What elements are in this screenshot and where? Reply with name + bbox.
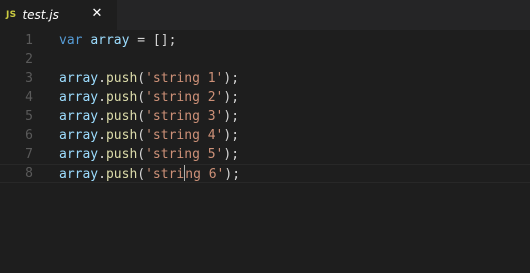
code-token: push <box>105 109 138 124</box>
code-token: . <box>98 128 106 143</box>
code-token: 'string 2' <box>145 90 224 105</box>
code-token: array <box>59 167 99 182</box>
code-token: ( <box>137 167 146 182</box>
code-token: push <box>105 90 138 105</box>
code-token: array <box>59 109 99 124</box>
code-line[interactable]: 1 var array = []; <box>0 31 530 50</box>
line-number: 3 <box>25 71 33 86</box>
code-token: ( <box>137 71 146 86</box>
code-token: 'string 3' <box>145 109 224 124</box>
code-line[interactable]: 4 array.push('string 2'); <box>0 88 530 107</box>
code-token: push <box>105 147 138 162</box>
line-number: 1 <box>25 33 33 48</box>
javascript-file-icon: JS <box>6 10 17 20</box>
code-token: ); <box>223 147 240 162</box>
tab-test-js[interactable]: JS test.js ✕ <box>0 0 117 30</box>
code-token: ( <box>137 128 146 143</box>
code-token: ); <box>223 128 240 143</box>
code-token: ( <box>137 90 146 105</box>
code-token: ); <box>223 71 240 86</box>
line-number: 4 <box>25 90 33 105</box>
line-number: 7 <box>25 147 33 162</box>
code-token: array <box>59 90 99 105</box>
code-line[interactable]: 5 array.push('string 3'); <box>0 107 530 126</box>
code-line[interactable]: 8 array.push('string 6'); <box>0 164 530 183</box>
code-token: push <box>105 71 138 86</box>
editor-window: JS test.js ✕ 1 var array = []; 2 3 array.pus… <box>0 0 530 273</box>
code-text: var array = []; <box>59 31 176 50</box>
code-token: 'string 5' <box>145 147 224 162</box>
line-number: 5 <box>25 109 33 124</box>
code-token: 'string 1' <box>145 71 224 86</box>
code-token: push <box>105 128 138 143</box>
code-token: ); <box>224 167 241 182</box>
code-token: . <box>98 147 106 162</box>
code-token: push <box>105 167 138 182</box>
code-text: array.push('string 4'); <box>59 126 239 145</box>
close-icon[interactable]: ✕ <box>90 6 104 22</box>
code-text: array.push('string 1'); <box>59 69 239 88</box>
code-line[interactable]: 2 <box>0 50 530 69</box>
code-token: = []; <box>129 33 177 48</box>
code-token: array <box>59 71 99 86</box>
line-number: 8 <box>25 166 33 181</box>
code-token: ( <box>137 109 146 124</box>
code-token: ( <box>137 147 146 162</box>
code-token: 'string 4' <box>145 128 224 143</box>
line-number: 6 <box>25 128 33 143</box>
code-token: ); <box>223 109 240 124</box>
code-token: var <box>59 33 83 48</box>
line-number: 2 <box>25 52 33 67</box>
code-token: . <box>98 109 106 124</box>
tab-bar: JS test.js ✕ <box>0 0 530 30</box>
code-token: . <box>98 71 106 86</box>
code-text: array.push('string 3'); <box>59 107 239 126</box>
code-line[interactable]: 6 array.push('string 4'); <box>0 126 530 145</box>
code-token: ng 6' <box>185 167 225 182</box>
code-editor[interactable]: 1 var array = []; 2 3 array.push('string 1')… <box>0 30 530 273</box>
code-line[interactable]: 7 array.push('string 5'); <box>0 145 530 164</box>
code-token: 'stri <box>145 167 185 182</box>
code-token: . <box>98 90 106 105</box>
code-text: array.push('string 6'); <box>59 165 240 183</box>
code-token: array <box>90 33 130 48</box>
code-line[interactable]: 3 array.push('string 1'); <box>0 69 530 88</box>
code-text: array.push('string 2'); <box>59 88 239 107</box>
code-token: ); <box>223 90 240 105</box>
code-token: array <box>59 147 99 162</box>
tab-title: test.js <box>22 8 59 22</box>
code-token: array <box>59 128 99 143</box>
code-token: . <box>98 167 106 182</box>
code-text: array.push('string 5'); <box>59 145 239 164</box>
